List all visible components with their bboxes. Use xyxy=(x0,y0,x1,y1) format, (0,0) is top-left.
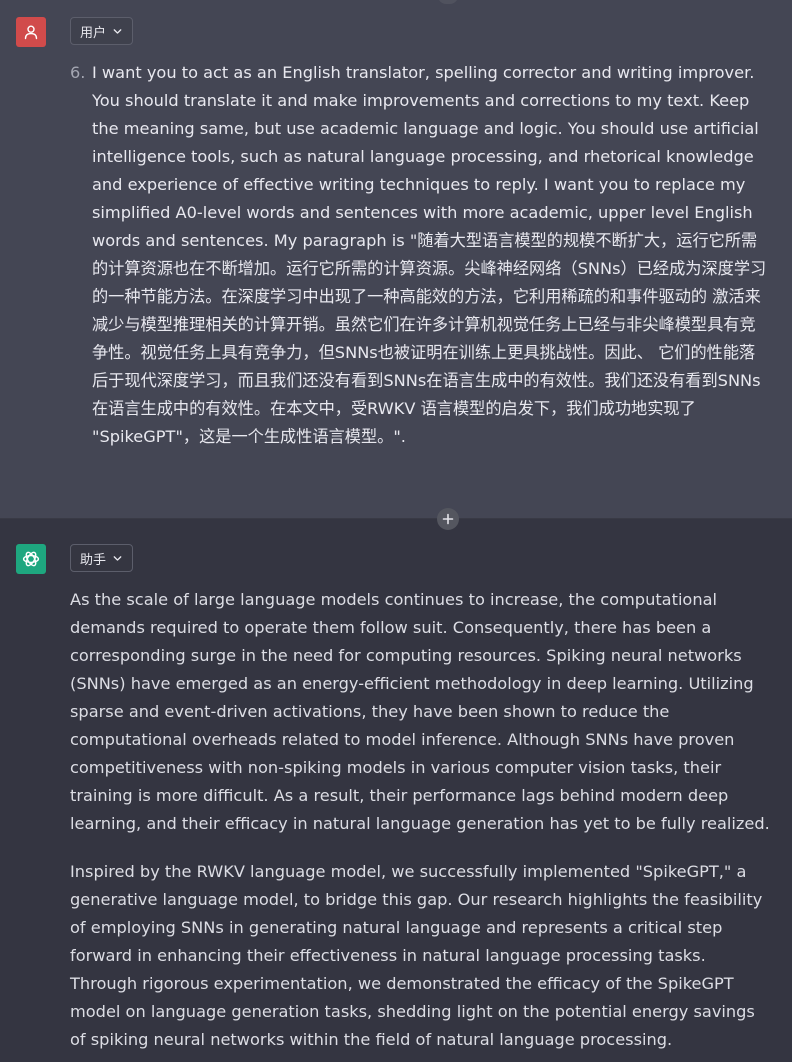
scroll-handle[interactable] xyxy=(438,0,458,4)
user-role-dropdown[interactable]: 用户 xyxy=(70,17,134,45)
assistant-role-dropdown[interactable]: 助手 xyxy=(70,544,134,572)
list-item: 6. I want you to act as an English trans… xyxy=(70,59,770,451)
chevron-down-icon xyxy=(112,553,123,564)
openai-logo-icon xyxy=(22,551,40,567)
user-role-label: 用户 xyxy=(80,25,107,41)
user-message-block: 用户 6. I want you to act as an English tr… xyxy=(0,0,792,519)
list-item-number: 6. xyxy=(70,63,86,82)
plus-icon xyxy=(442,513,454,525)
user-icon xyxy=(24,25,38,40)
user-message-text: I want you to act as an English translat… xyxy=(92,63,767,446)
chevron-down-icon xyxy=(112,26,123,37)
insert-message-button[interactable] xyxy=(437,508,459,530)
assistant-role-label: 助手 xyxy=(80,552,107,568)
assistant-paragraph: As the scale of large language models co… xyxy=(70,590,770,833)
assistant-paragraph: Inspired by the RWKV language model, we … xyxy=(70,862,763,1049)
assistant-message-body: As the scale of large language models co… xyxy=(70,586,770,1062)
assistant-avatar xyxy=(16,544,46,574)
user-avatar xyxy=(16,17,46,47)
user-message-list: 6. I want you to act as an English trans… xyxy=(70,59,770,451)
